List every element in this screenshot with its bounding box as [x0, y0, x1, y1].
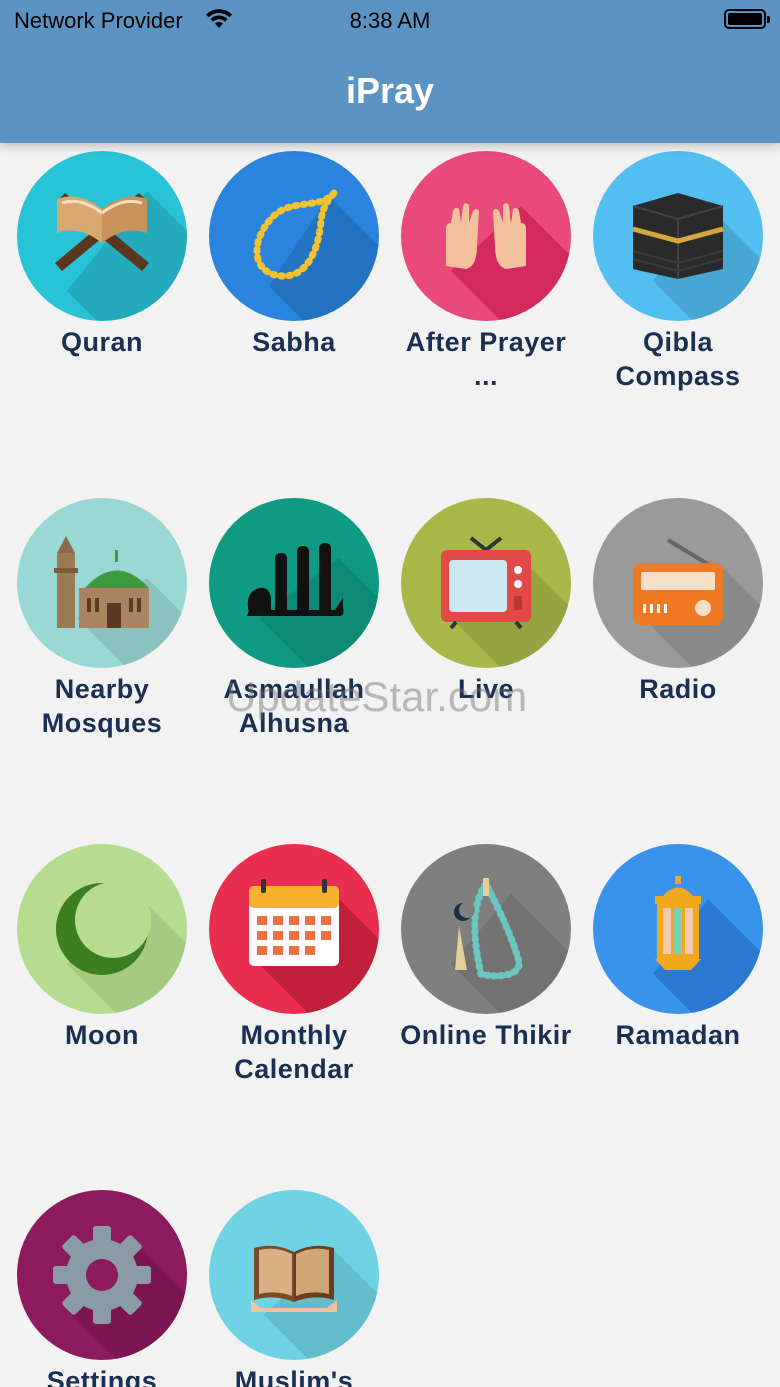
crescent-moon-icon	[17, 844, 187, 1014]
page-title: iPray	[345, 70, 435, 111]
tile-settings[interactable]: Settings	[7, 1190, 197, 1387]
tile-online-thikir[interactable]: Online Thikir	[391, 844, 581, 1052]
status-bar: Network Provider 8:38 AM	[0, 0, 780, 40]
tile-label: Asmaullah Alhusna	[223, 674, 365, 738]
tile-radio[interactable]: Radio	[583, 498, 773, 706]
calendar-icon	[209, 844, 379, 1014]
praying-hands-icon	[401, 151, 571, 321]
mosque-icon	[17, 498, 187, 668]
tile-label: Sabha	[252, 327, 336, 357]
tile-live[interactable]: Live	[391, 498, 581, 706]
tile-moon[interactable]: Moon	[7, 844, 197, 1052]
quran-stand-icon	[17, 151, 187, 321]
tile-label: Nearby Mosques	[41, 674, 163, 738]
tile-muslims[interactable]: Muslim's	[199, 1190, 389, 1387]
tile-sabha[interactable]: Sabha	[199, 151, 389, 359]
radio-icon	[593, 498, 763, 668]
tile-asmaullah-alhusna[interactable]: Asmaullah Alhusna	[199, 498, 389, 740]
tile-label: Quran	[60, 327, 143, 357]
tile-label: Online Thikir	[400, 1020, 572, 1050]
battery-icon	[724, 9, 770, 29]
tile-nearby-mosques[interactable]: Nearby Mosques	[7, 498, 197, 740]
gear-icon	[17, 1190, 187, 1360]
lantern-icon	[593, 844, 763, 1014]
tile-label: Ramadan	[615, 1020, 741, 1050]
clock: 8:38 AM	[349, 8, 431, 33]
open-book-icon	[209, 1190, 379, 1360]
tile-label: Monthly Calendar	[234, 1020, 354, 1084]
misbaha-icon	[401, 844, 571, 1014]
tile-quran[interactable]: Quran	[7, 151, 197, 359]
navigation-bar: Network Provider 8:38 AM iPray	[0, 0, 780, 143]
tile-monthly-calendar[interactable]: Monthly Calendar	[199, 844, 389, 1086]
feature-grid: Quran Sabha After Prayer ... Qibla Compa…	[0, 143, 780, 1387]
tile-qibla-compass[interactable]: Qibla Compass	[583, 151, 773, 393]
tile-label: Muslim's	[234, 1366, 354, 1387]
allah-calligraphy-icon	[209, 498, 379, 668]
tile-label: Settings	[46, 1366, 158, 1387]
kaaba-icon	[593, 151, 763, 321]
tile-label: Qibla Compass	[615, 327, 741, 391]
tile-label: After Prayer ...	[405, 327, 567, 391]
tile-label: Radio	[639, 674, 717, 704]
prayer-beads-icon	[209, 151, 379, 321]
tile-after-prayer[interactable]: After Prayer ...	[391, 151, 581, 393]
tile-label: Moon	[65, 1020, 139, 1050]
tile-label: Live	[457, 674, 515, 704]
tv-icon	[401, 498, 571, 668]
tile-ramadan[interactable]: Ramadan	[583, 844, 773, 1052]
